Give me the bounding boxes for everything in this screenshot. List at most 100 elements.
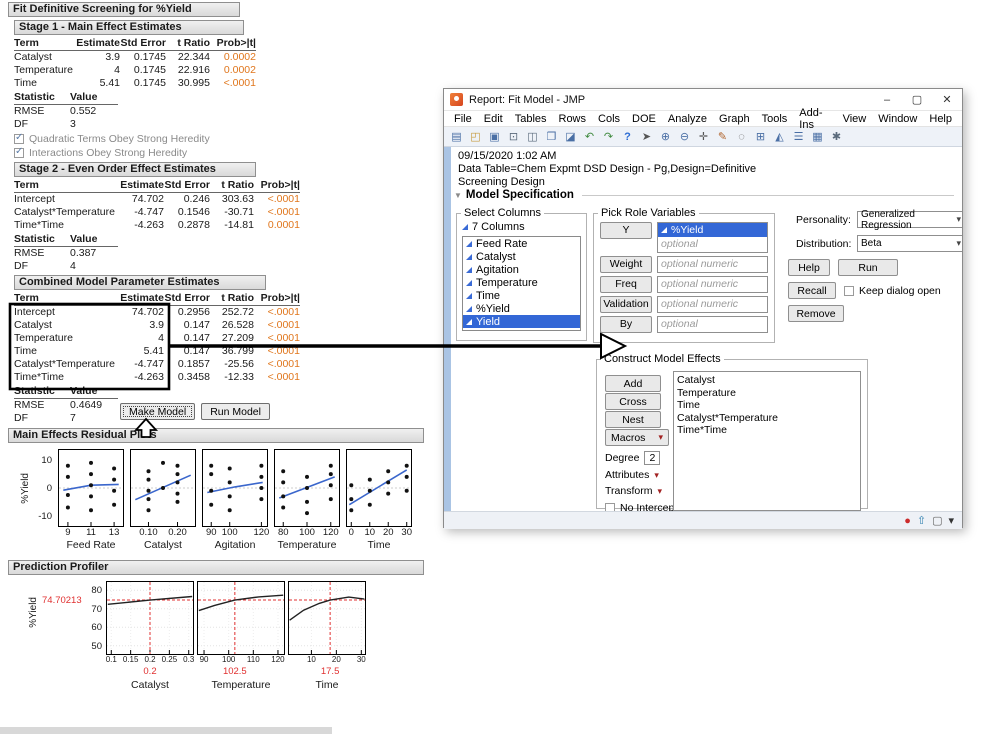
continuous-variable-icon — [466, 279, 472, 286]
profiler-panel[interactable]: 0.1 0.15 0.2 0.25 0.3 0.2 Catalyst — [106, 581, 194, 691]
combined-header[interactable]: Combined Model Parameter Estimates — [14, 275, 266, 290]
save-icon[interactable]: ▣ — [487, 128, 502, 146]
menu-item[interactable]: Help — [923, 113, 958, 125]
window-titlebar[interactable]: Report: Fit Model - JMP – ▢ ✕ — [444, 89, 962, 111]
menu-item[interactable]: Edit — [478, 113, 509, 125]
column-item[interactable]: Catalyst — [463, 250, 580, 263]
settings-icon[interactable]: ✱ — [829, 128, 844, 146]
stage1-header[interactable]: Stage 1 - Main Effect Estimates — [14, 20, 244, 35]
journal-icon[interactable]: ◫ — [525, 128, 540, 146]
menu-item[interactable]: Graph — [713, 113, 756, 125]
role-button[interactable]: Validation — [600, 296, 652, 313]
no-intercept-checkbox[interactable]: No Intercept — [605, 502, 677, 511]
menu-item[interactable]: Tables — [509, 113, 553, 125]
menu-item[interactable]: DOE — [626, 113, 662, 125]
chart-icon[interactable]: ◭ — [772, 128, 787, 146]
stage2-header[interactable]: Stage 2 - Even Order Effect Estimates — [14, 162, 256, 177]
copy-icon[interactable]: ❐ — [544, 128, 559, 146]
layout-icon[interactable]: ▦ — [810, 128, 825, 146]
role-button[interactable]: By — [600, 316, 652, 333]
column-item[interactable]: Yield — [463, 315, 580, 328]
help-button[interactable]: Help — [788, 259, 830, 276]
print-icon[interactable]: ⊡ — [506, 128, 521, 146]
lasso-icon[interactable]: ◌ — [734, 128, 749, 146]
model-effects-list[interactable]: Catalyst Temperature Time Catalyst*Temperat… — [673, 371, 861, 511]
y-role-selected[interactable]: %Yield — [658, 223, 767, 237]
add-button[interactable]: Add — [605, 375, 661, 392]
prediction-profiler-header[interactable]: Prediction Profiler — [8, 560, 424, 575]
role-field[interactable]: optional numeric — [657, 256, 768, 273]
paste-icon[interactable]: ◪ — [563, 128, 578, 146]
y-role-button[interactable]: Y — [600, 222, 652, 239]
distribution-dropdown[interactable]: Beta ▾ — [857, 235, 962, 252]
error-status-icon[interactable]: ● — [904, 513, 911, 529]
macros-button[interactable]: Macros ▾ — [605, 429, 669, 446]
redo-icon[interactable]: ↷ — [601, 128, 616, 146]
value-cell: 0.387 — [70, 247, 97, 259]
y-role-field[interactable]: %Yield optional — [657, 222, 768, 253]
new-file-icon[interactable]: ▤ — [449, 128, 464, 146]
estimate-row: Time*Time -4.263 0.3458 -12.33 <.0001 — [14, 371, 300, 384]
zoom-in-icon[interactable]: ⊕ — [658, 128, 673, 146]
menu-item[interactable]: View — [837, 113, 873, 125]
remove-button[interactable]: Remove — [788, 305, 844, 322]
column-item[interactable]: Agitation — [463, 263, 580, 276]
update-arrow-icon[interactable]: ⇧ — [917, 513, 926, 529]
menu-item[interactable]: Cols — [592, 113, 626, 125]
keep-dialog-checkbox[interactable]: Keep dialog open — [844, 285, 941, 297]
attributes-dropdown[interactable]: Attributes ▾ — [605, 469, 659, 481]
recall-button[interactable]: Recall — [788, 282, 836, 299]
role-field[interactable]: optional — [657, 316, 768, 333]
caret-down-icon[interactable]: ▾ — [948, 513, 954, 529]
disclosure-triangle-icon[interactable]: ▼ — [454, 191, 462, 200]
role-button[interactable]: Freq — [600, 276, 652, 293]
nest-button[interactable]: Nest — [605, 411, 661, 428]
transform-dropdown[interactable]: Transform ▾ — [605, 485, 662, 497]
maximize-button[interactable]: ▢ — [902, 89, 932, 111]
column-item[interactable]: Feed Rate — [463, 237, 580, 250]
make-model-button[interactable]: Make Model — [120, 403, 196, 420]
effect-item[interactable]: Catalyst*Temperature — [677, 412, 857, 425]
help-icon[interactable]: ? — [620, 128, 635, 146]
list-icon[interactable]: ☰ — [791, 128, 806, 146]
run-button[interactable]: Run — [838, 259, 898, 276]
close-button[interactable]: ✕ — [932, 89, 962, 111]
menu-item[interactable]: Window — [872, 113, 923, 125]
pointer-icon[interactable]: ➤ — [639, 128, 654, 146]
window-box-icon[interactable]: ▢ — [932, 513, 942, 529]
brush-icon[interactable]: ✎ — [715, 128, 730, 146]
residual-plots-header[interactable]: Main Effects Residual Plots — [8, 428, 424, 443]
menu-item[interactable]: Tools — [756, 113, 794, 125]
menu-item[interactable]: File — [448, 113, 478, 125]
undo-icon[interactable]: ↶ — [582, 128, 597, 146]
model-specification-header[interactable]: ▼ Model Specification — [454, 189, 954, 201]
run-model-button[interactable]: Run Model — [201, 403, 270, 420]
menu-item[interactable]: Analyze — [662, 113, 713, 125]
columns-list[interactable]: Feed Rate Catalyst Agitation Temperature… — [462, 236, 581, 331]
effect-item[interactable]: Temperature — [677, 387, 857, 400]
profiler-panel[interactable]: 90 100 110 120 102.5 Temperature — [197, 581, 285, 691]
effect-item[interactable]: Time*Time — [677, 424, 857, 437]
open-folder-icon[interactable]: ◰ — [468, 128, 483, 146]
report-title[interactable]: Fit Definitive Screening for %Yield — [8, 2, 240, 17]
role-field[interactable]: optional numeric — [657, 296, 768, 313]
t-ratio-cell: 27.209 — [221, 332, 254, 344]
cross-button[interactable]: Cross — [605, 393, 661, 410]
column-item[interactable]: Temperature — [463, 276, 580, 289]
minimize-button[interactable]: – — [872, 89, 902, 111]
column-item[interactable]: %Yield — [463, 302, 580, 315]
zoom-out-icon[interactable]: ⊖ — [677, 128, 692, 146]
column-item[interactable]: Time — [463, 289, 580, 302]
effect-item[interactable]: Catalyst — [677, 374, 857, 387]
effect-item[interactable]: Time — [677, 399, 857, 412]
menu-item[interactable]: Rows — [553, 113, 593, 125]
profiler-panel[interactable]: 10 20 30 17.5 Time — [288, 581, 366, 691]
personality-dropdown[interactable]: Generalized Regression ▾ — [857, 209, 962, 231]
heredity-checkbox[interactable]: Quadratic Terms Obey Strong Heredity — [14, 132, 210, 146]
role-field[interactable]: optional numeric — [657, 276, 768, 293]
degree-input[interactable]: 2 — [644, 451, 661, 465]
role-button[interactable]: Weight — [600, 256, 652, 273]
heredity-checkbox[interactable]: Interactions Obey Strong Heredity — [14, 146, 210, 160]
crosshair-icon[interactable]: ✛ — [696, 128, 711, 146]
table-icon[interactable]: ⊞ — [753, 128, 768, 146]
